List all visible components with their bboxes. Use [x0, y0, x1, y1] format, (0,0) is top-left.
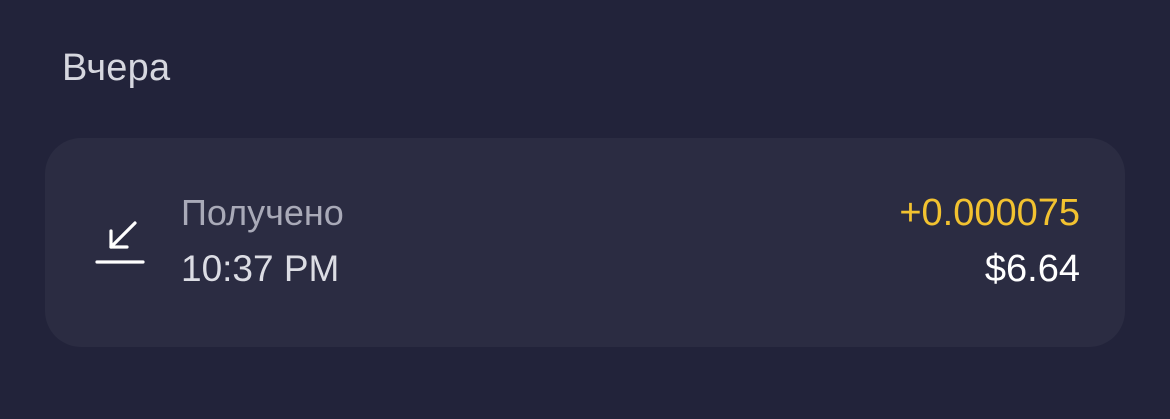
crypto-amount: +0.000075 [899, 192, 1080, 234]
transaction-time: 10:37 PM [181, 248, 340, 289]
section-title-yesterday: Вчера [62, 47, 171, 89]
received-arrow-icon [95, 218, 147, 268]
transaction-amounts: +0.000075 $6.64 [899, 190, 1080, 292]
transaction-row[interactable]: Получено 10:37 PM +0.000075 $6.64 [45, 138, 1125, 347]
fiat-amount: $6.64 [984, 248, 1080, 290]
transaction-info: Получено 10:37 PM [181, 190, 344, 292]
transaction-type-label: Получено [181, 192, 344, 233]
